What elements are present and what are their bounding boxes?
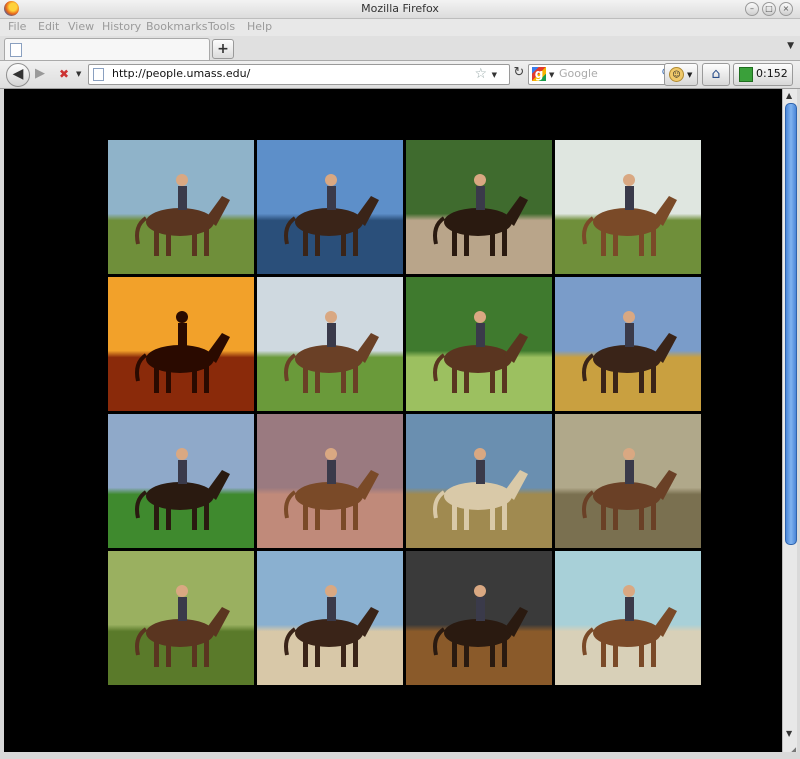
- photo-riders-two-horses[interactable]: [257, 277, 403, 411]
- status-bar: [0, 752, 800, 759]
- photo-cowgirl-paint-horse[interactable]: [406, 277, 552, 411]
- addon-dropdown-icon[interactable]: ▼: [687, 71, 692, 79]
- scroll-up-icon[interactable]: ▲: [786, 91, 792, 100]
- photo-woman-black-horse[interactable]: [406, 414, 552, 548]
- photo-rider-horse-path[interactable]: [555, 140, 701, 274]
- photo-rider-horse-sunset[interactable]: [108, 277, 254, 411]
- new-tab-button[interactable]: +: [212, 39, 234, 59]
- tab-strip: + ▼: [0, 36, 800, 61]
- tab-current[interactable]: [4, 38, 210, 60]
- history-dropdown-icon[interactable]: ▼: [76, 70, 81, 78]
- url-text[interactable]: http://people.umass.edu/: [112, 67, 250, 80]
- photo-rider-horse-arena[interactable]: [406, 140, 552, 274]
- minimize-button[interactable]: –: [745, 2, 759, 16]
- timer-button[interactable]: 0:152: [733, 63, 793, 86]
- search-box[interactable]: g ▼ Google ⚲: [528, 64, 674, 85]
- timer-value: 0:152: [756, 67, 788, 80]
- home-button[interactable]: ⌂: [702, 63, 730, 86]
- scrollbar-thumb[interactable]: [785, 103, 797, 545]
- scroll-down-icon[interactable]: ▼: [786, 729, 792, 738]
- photo-rider-horse-mountains[interactable]: [257, 140, 403, 274]
- timer-icon: [739, 67, 753, 82]
- smiley-icon: ☺: [669, 67, 684, 82]
- menu-tools[interactable]: Tools: [208, 20, 235, 33]
- photo-rider-grey-horse-sea[interactable]: [555, 551, 701, 685]
- window-titlebar: Mozilla Firefox – □ ×: [0, 0, 800, 19]
- page-icon: [10, 43, 22, 57]
- menu-history[interactable]: History: [102, 20, 141, 33]
- reload-icon[interactable]: ↻: [511, 65, 527, 81]
- tab-list-dropdown-icon[interactable]: ▼: [787, 41, 794, 51]
- bookmark-star-icon[interactable]: ☆: [474, 66, 487, 82]
- photo-jockey-racing[interactable]: [406, 551, 552, 685]
- vertical-scrollbar[interactable]: ▲ ▼: [782, 89, 797, 752]
- menu-view[interactable]: View: [68, 20, 94, 33]
- stop-icon[interactable]: ✖: [56, 66, 72, 82]
- search-placeholder[interactable]: Google: [559, 67, 598, 80]
- home-icon: ⌂: [711, 66, 721, 82]
- addon-button[interactable]: ☺ ▼: [664, 63, 698, 86]
- photo-riders-polo-field[interactable]: [108, 414, 254, 548]
- photo-rider-horse-gallop[interactable]: [108, 140, 254, 274]
- url-dropdown-icon[interactable]: ▼: [492, 71, 497, 79]
- photo-boy-white-pony[interactable]: [108, 551, 254, 685]
- window-title: Mozilla Firefox: [361, 2, 439, 15]
- photo-children-horse-sepia[interactable]: [555, 414, 701, 548]
- photo-rider-beach[interactable]: [257, 551, 403, 685]
- menu-bar: File Edit View History Bookmarks Tools H…: [0, 19, 800, 36]
- page-content: [4, 89, 782, 752]
- photo-rider-bay-horse[interactable]: [555, 277, 701, 411]
- photo-dressage-rider[interactable]: [257, 414, 403, 548]
- close-button[interactable]: ×: [779, 2, 793, 16]
- site-identity-icon[interactable]: [93, 68, 104, 81]
- photo-grid: [108, 140, 701, 685]
- url-bar[interactable]: http://people.umass.edu/ ☆ ▼: [88, 64, 510, 85]
- back-button[interactable]: ◀: [6, 63, 30, 87]
- maximize-button[interactable]: □: [762, 2, 776, 16]
- menu-edit[interactable]: Edit: [38, 20, 59, 33]
- forward-button[interactable]: ▶: [31, 65, 49, 83]
- menu-file[interactable]: File: [8, 20, 26, 33]
- search-engine-dropdown-icon[interactable]: ▼: [549, 71, 554, 79]
- navigation-toolbar: ◀ ▶ ✖ ▼ http://people.umass.edu/ ☆ ▼ ↻ g…: [0, 61, 800, 89]
- google-engine-icon[interactable]: g: [532, 67, 546, 81]
- menu-bookmarks[interactable]: Bookmarks: [146, 20, 207, 33]
- menu-help[interactable]: Help: [247, 20, 272, 33]
